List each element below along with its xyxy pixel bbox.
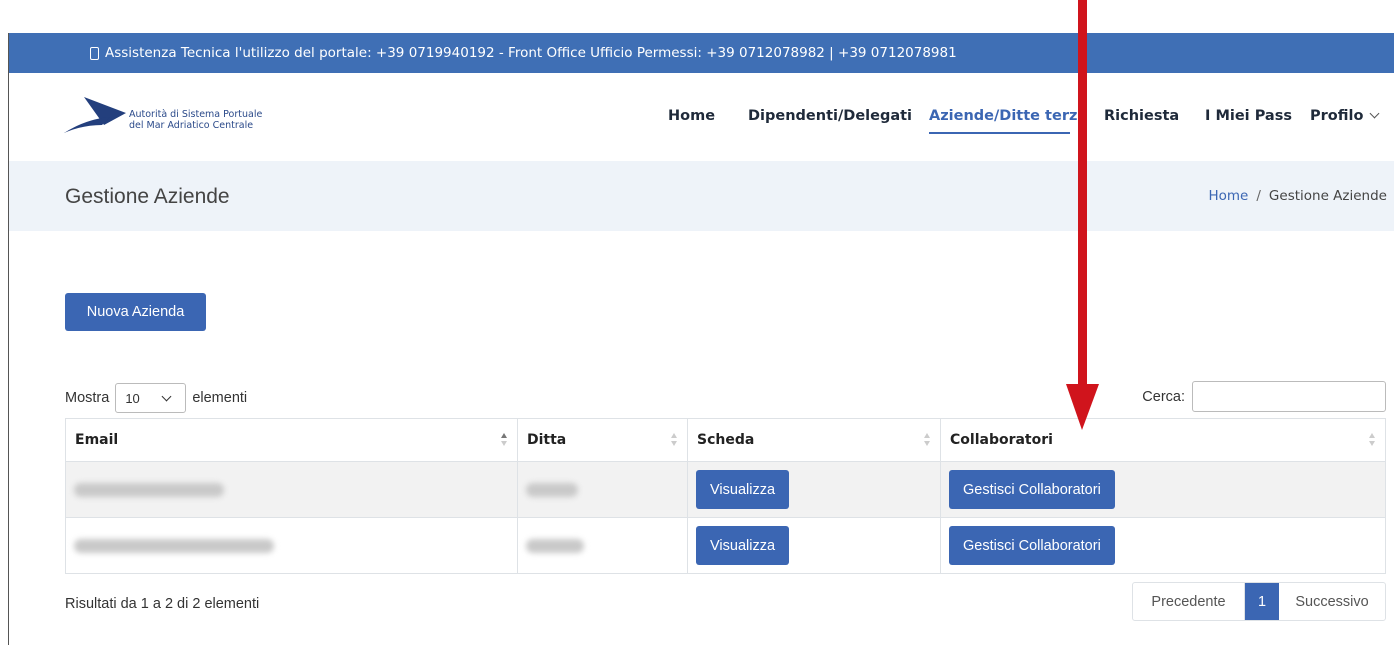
nav-item-profilo-label: Profilo [1310,108,1364,124]
column-label: Ditta [527,432,567,448]
companies-table: Email Ditta Scheda Collaboratori Visuali… [65,418,1386,574]
page-title-band: Gestione Aziende Home / Gestione Aziende [9,161,1394,231]
new-company-button[interactable]: Nuova Azienda [65,293,206,331]
search-input[interactable] [1192,381,1386,412]
column-header-collaboratori[interactable]: Collaboratori [940,418,1386,462]
table-row: Visualizza Gestisci Collaboratori [65,517,1386,574]
redacted-email [74,482,224,497]
annotation-arrow-head [1066,384,1099,430]
next-page-button[interactable]: Successivo [1279,583,1385,620]
collaboratori-cell: Gestisci Collaboratori [940,517,1386,574]
column-label: Collaboratori [950,432,1053,448]
support-info-text: Assistenza Tecnica l'utilizzo del portal… [105,45,957,61]
nav-item-home[interactable]: Home [668,108,715,124]
nav-item-aziende[interactable]: Aziende/Ditte terze [929,108,1087,124]
search-label: Cerca: [1142,388,1185,405]
breadcrumb-home-link[interactable]: Home [1208,188,1248,204]
top-info-bar: Assistenza Tecnica l'utilizzo del portal… [9,33,1394,73]
column-label: Email [75,432,119,448]
column-header-scheda[interactable]: Scheda [687,418,941,462]
phone-icon [90,46,99,60]
page-button-current[interactable]: 1 [1245,583,1279,620]
view-button[interactable]: Visualizza [696,526,790,565]
email-cell [65,517,518,574]
nav-item-profilo[interactable]: Profilo [1310,108,1380,124]
pagination: Precedente 1 Successivo [1132,582,1386,621]
breadcrumb-separator: / [1256,188,1261,204]
annotation-arrow-shaft [1078,0,1087,392]
scheda-cell: Visualizza [687,517,941,574]
nav-item-richiesta[interactable]: Richiesta [1104,108,1179,124]
site-header: Autorità di Sistema Portuale del Mar Adr… [9,73,1394,161]
sort-icon [1369,433,1375,447]
redacted-company [526,538,584,553]
page-size-value: 10 [125,390,140,406]
nav-item-dipendenti[interactable]: Dipendenti/Delegati [748,108,912,124]
redacted-email [74,538,274,553]
ditta-cell [517,461,688,518]
chevron-down-icon [161,391,172,402]
chevron-down-icon [1369,108,1380,119]
main-nav: Home Dipendenti/Delegati Aziende/Ditte t… [9,73,1394,161]
table-row: Visualizza Gestisci Collaboratori [65,461,1386,518]
manage-collaborators-button[interactable]: Gestisci Collaboratori [949,526,1115,565]
show-label: Mostra [65,390,110,406]
page-length-control: Mostra 10 elementi [65,383,247,413]
column-header-email[interactable]: Email [65,418,518,462]
scheda-cell: Visualizza [687,461,941,518]
manage-collaborators-button[interactable]: Gestisci Collaboratori [949,470,1115,509]
breadcrumb: Home / Gestione Aziende [1208,188,1387,204]
page-title: Gestione Aziende [65,185,230,208]
redacted-company [526,482,578,497]
page-size-select[interactable]: 10 [115,383,187,413]
collaboratori-cell: Gestisci Collaboratori [940,461,1386,518]
table-search: Cerca: [1142,381,1386,412]
table-header-row: Email Ditta Scheda Collaboratori [65,418,1386,462]
nav-item-miei-pass[interactable]: I Miei Pass [1205,108,1292,124]
column-label: Scheda [697,432,755,448]
elements-label: elementi [192,390,248,406]
active-nav-underline [929,132,1070,134]
previous-page-button[interactable]: Precedente [1133,583,1245,620]
results-info: Risultati da 1 a 2 di 2 elementi [65,596,260,612]
column-header-ditta[interactable]: Ditta [517,418,688,462]
ditta-cell [517,517,688,574]
sort-icon [924,433,930,447]
sort-icon [671,433,677,447]
email-cell [65,461,518,518]
breadcrumb-current: Gestione Aziende [1268,188,1387,204]
sort-icon [501,433,507,447]
view-button[interactable]: Visualizza [696,470,790,509]
